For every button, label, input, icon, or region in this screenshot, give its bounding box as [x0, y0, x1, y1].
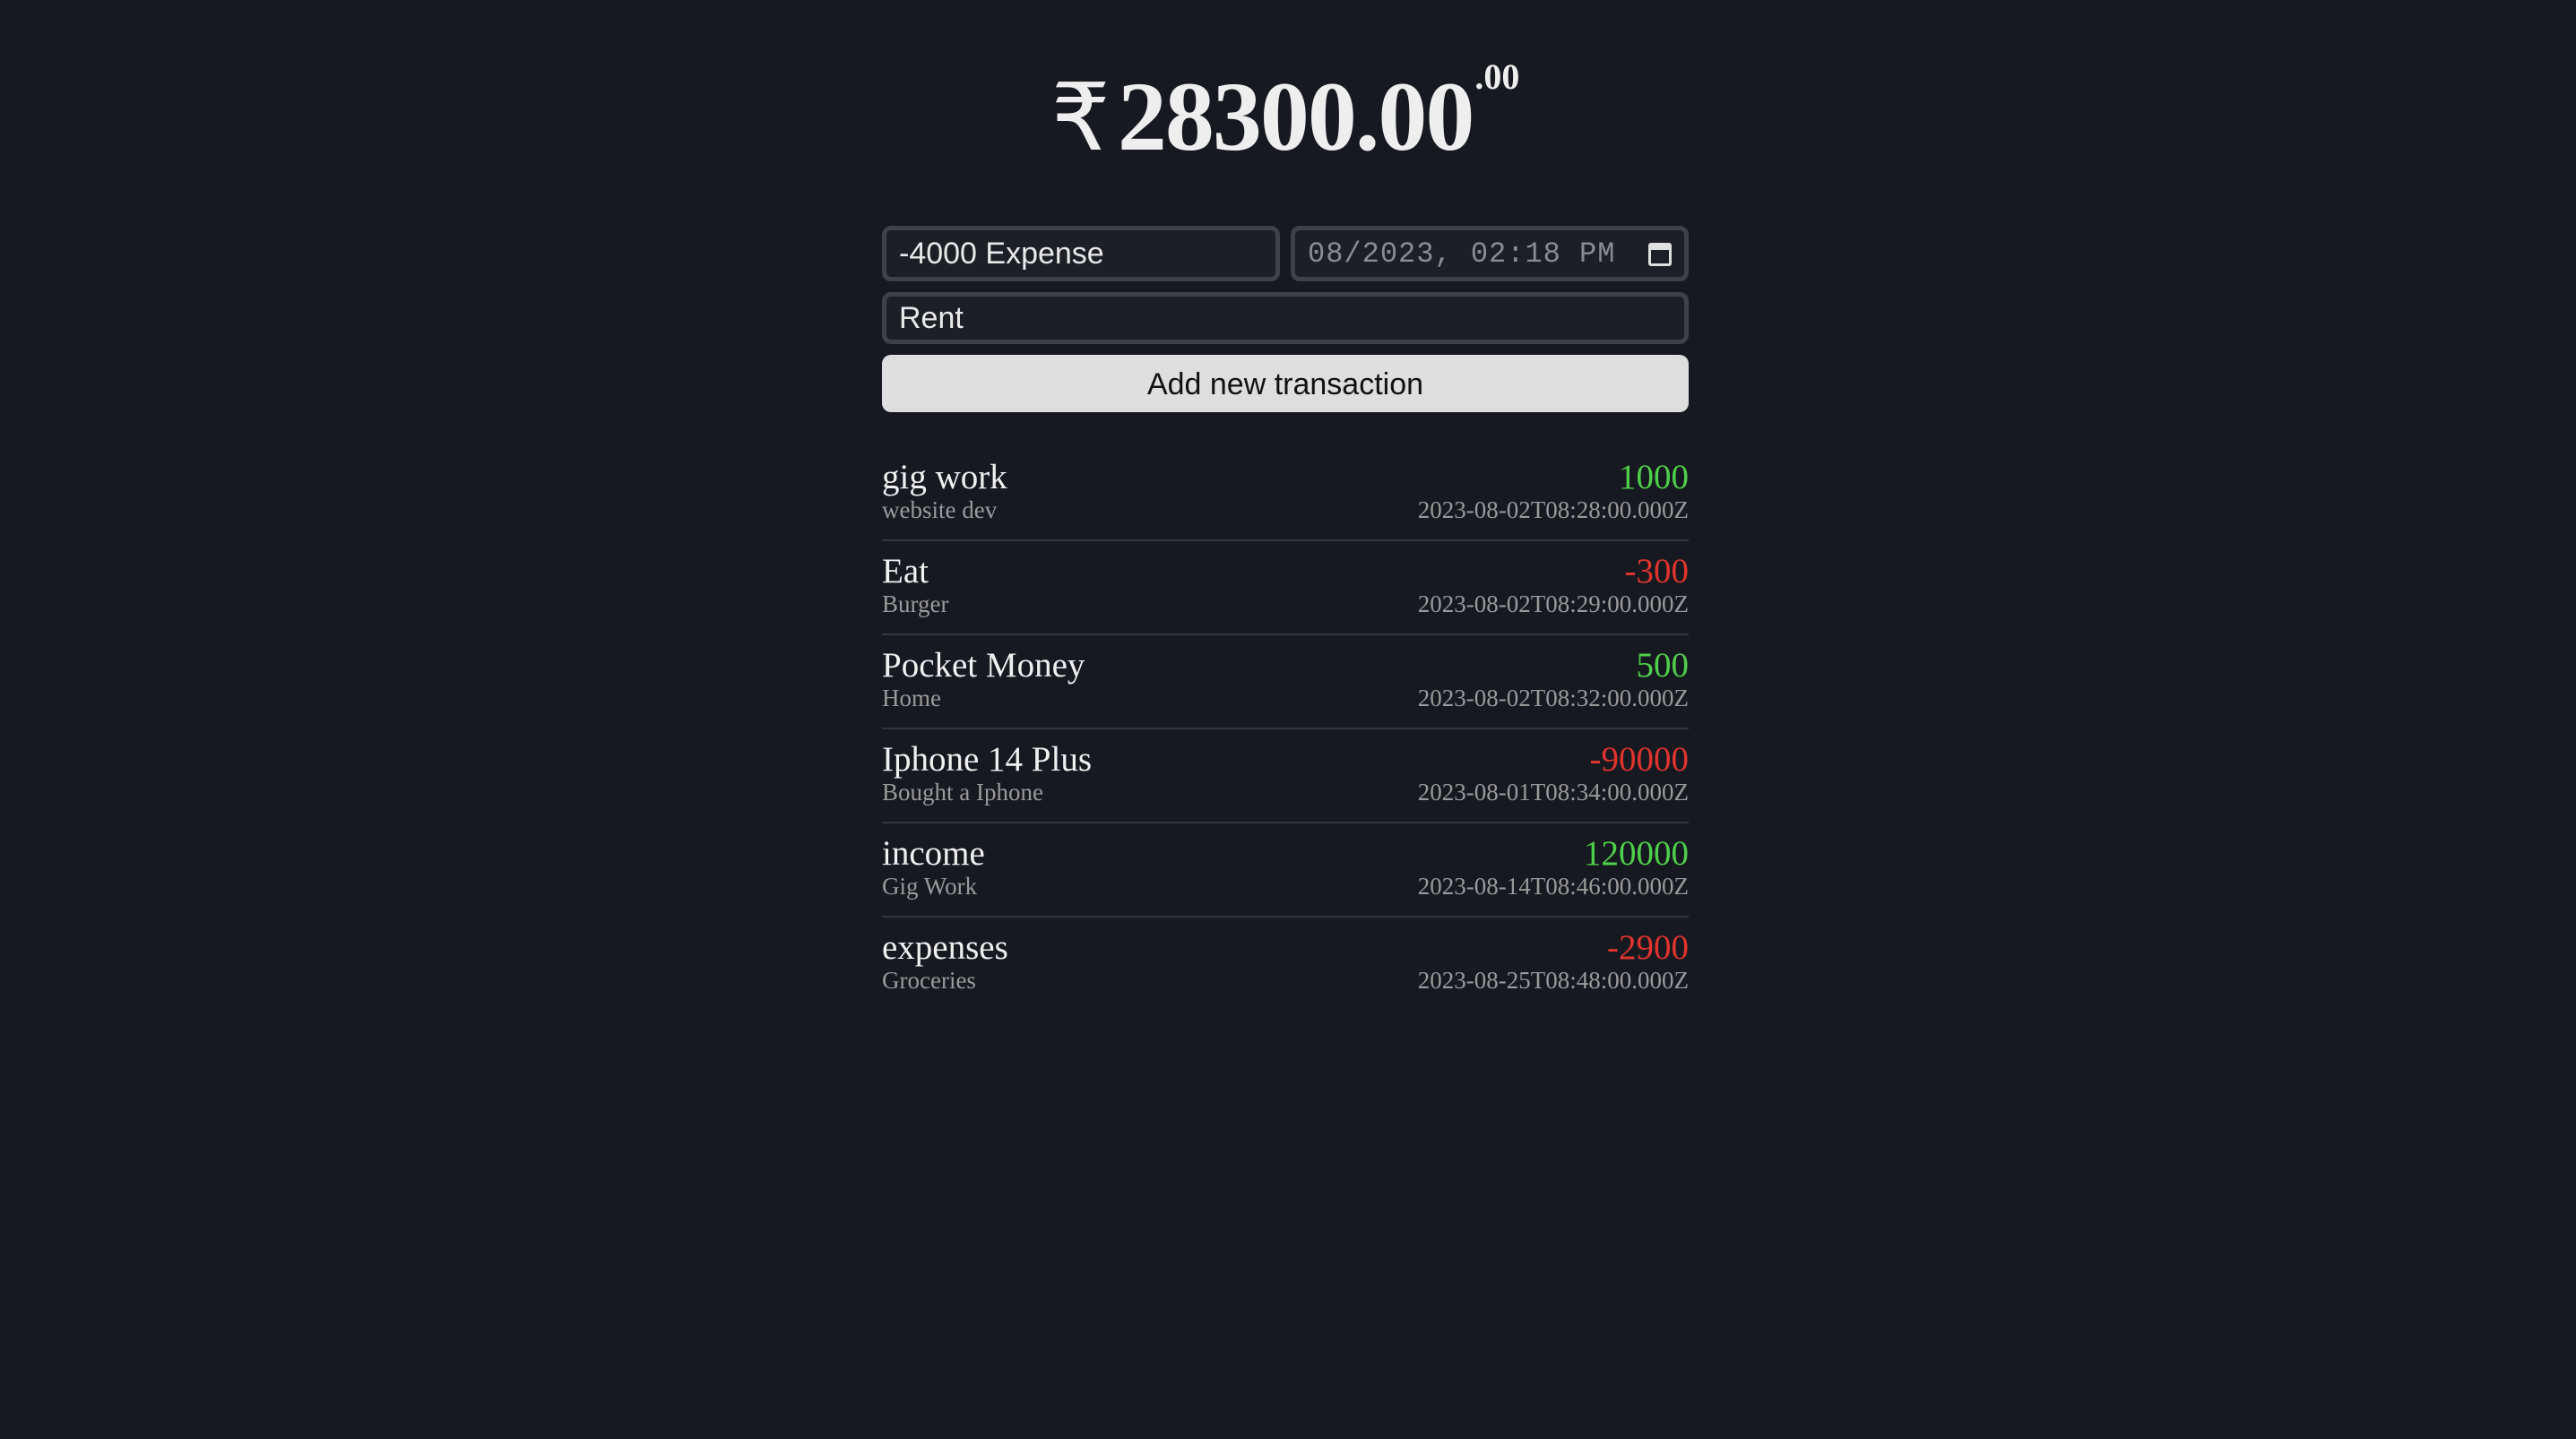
transaction-price: -90000 — [1589, 740, 1690, 779]
transaction-datetime: 2023-08-02T08:28:00.000Z — [1417, 496, 1689, 523]
transaction-price: -300 — [1624, 552, 1690, 590]
datetime-value: 08/2023, 02:18 PM — [1308, 237, 1616, 271]
transaction-price: 500 — [1636, 646, 1690, 685]
transaction-datetime: 2023-08-02T08:29:00.000Z — [1417, 590, 1689, 617]
transaction-datetime: 2023-08-01T08:34:00.000Z — [1417, 779, 1689, 806]
transaction-name: Pocket Money — [882, 646, 1085, 685]
transaction-name: Eat — [882, 552, 929, 590]
transaction-item: income Gig Work 120000 2023-08-14T08:46:… — [882, 824, 1689, 918]
transaction-item: gig work website dev 1000 2023-08-02T08:… — [882, 448, 1689, 541]
transaction-description: website dev — [882, 496, 998, 523]
transaction-price: -2900 — [1607, 928, 1689, 967]
transaction-description: Groceries — [882, 967, 976, 994]
balance-display: ₹28300.00.00 — [882, 56, 1689, 174]
transaction-description: Bought a Iphone — [882, 779, 1043, 806]
transaction-item: Iphone 14 Plus Bought a Iphone -90000 20… — [882, 730, 1689, 823]
transaction-description: Gig Work — [882, 873, 978, 900]
currency-symbol: ₹ — [1050, 63, 1111, 172]
balance-cents: .00 — [1474, 56, 1520, 97]
amount-name-input[interactable] — [882, 226, 1280, 281]
transaction-list: gig work website dev 1000 2023-08-02T08:… — [882, 448, 1689, 1012]
transaction-name: gig work — [882, 458, 1007, 496]
transaction-name: income — [882, 834, 985, 873]
transaction-datetime: 2023-08-25T08:48:00.000Z — [1417, 967, 1689, 994]
transaction-item: Pocket Money Home 500 2023-08-02T08:32:0… — [882, 636, 1689, 729]
transaction-price: 120000 — [1584, 834, 1689, 873]
transaction-datetime: 2023-08-02T08:32:00.000Z — [1417, 685, 1689, 711]
datetime-input[interactable]: 08/2023, 02:18 PM — [1291, 226, 1689, 281]
calendar-icon[interactable] — [1648, 241, 1672, 266]
transaction-name: expenses — [882, 928, 1008, 967]
transaction-item: Eat Burger -300 2023-08-02T08:29:00.000Z — [882, 542, 1689, 635]
transaction-price: 1000 — [1619, 458, 1689, 496]
add-transaction-button[interactable]: Add new transaction — [882, 355, 1689, 412]
transaction-description: Burger — [882, 590, 949, 617]
transaction-description: Home — [882, 685, 941, 711]
balance-amount: 28300.00 — [1117, 62, 1474, 171]
transaction-datetime: 2023-08-14T08:46:00.000Z — [1417, 873, 1689, 900]
transaction-item: expenses Groceries -2900 2023-08-25T08:4… — [882, 918, 1689, 1012]
transaction-name: Iphone 14 Plus — [882, 740, 1092, 779]
description-input[interactable] — [882, 292, 1689, 344]
